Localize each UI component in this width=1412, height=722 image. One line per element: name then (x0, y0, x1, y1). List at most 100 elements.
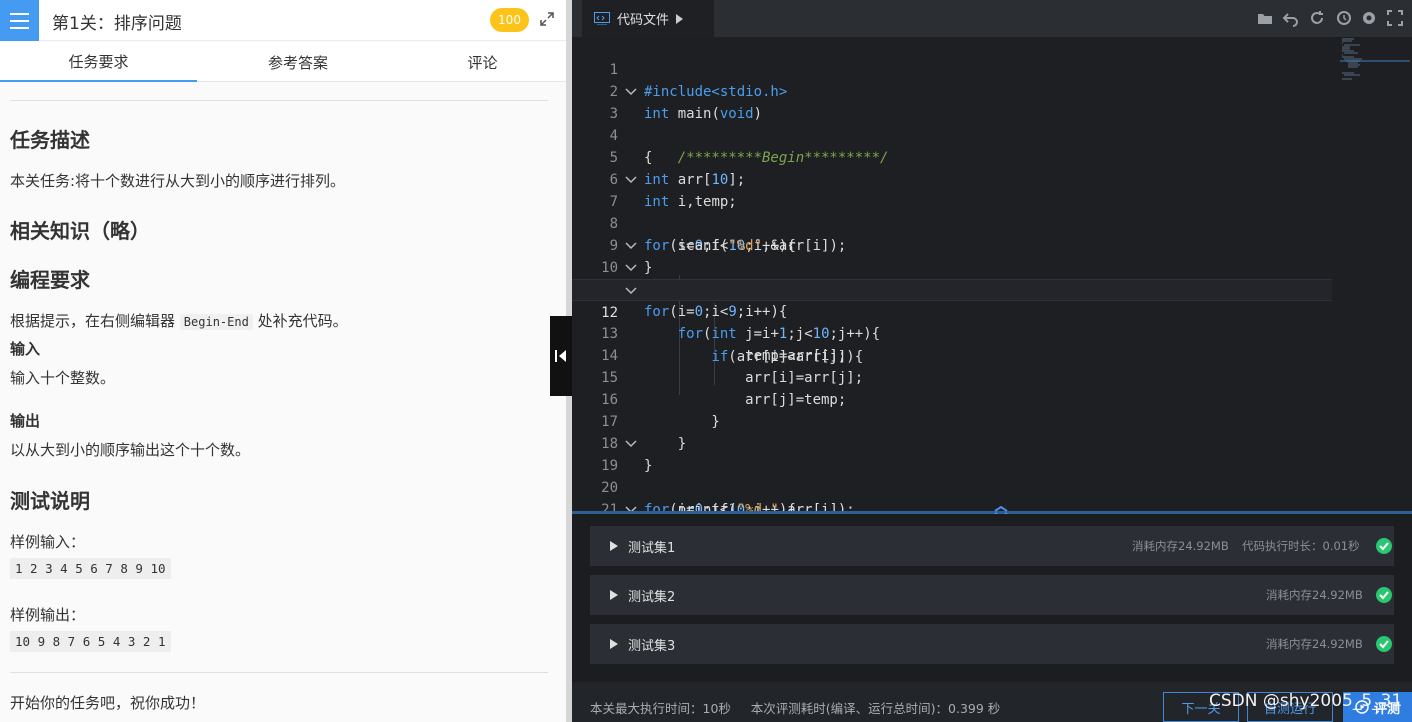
check-circle-icon (1376, 587, 1392, 603)
test-memory: 消耗内存24.92MB (1132, 539, 1229, 553)
file-tab[interactable]: 代码文件 (582, 0, 714, 37)
eval-time: 本次评测耗时(编译、运行总时间)：0.399 秒 (750, 701, 1001, 716)
code-line: 3 { (572, 81, 1332, 166)
menu-icon-bar (10, 12, 29, 15)
collapse-left-icon (555, 350, 566, 362)
fullscreen-icon[interactable] (1386, 9, 1404, 27)
test-time: 代码执行时长：0.01秒 (1242, 539, 1360, 553)
code-line: 4 /*********Begin*********/ (572, 103, 1332, 166)
check-circle-icon (1376, 636, 1392, 652)
folder-icon[interactable] (1256, 9, 1274, 27)
task-content: 任务描述 本关任务:将十个数进行从大到小的顺序进行排列。 相关知识（略） 编程要… (10, 84, 550, 722)
code-line: 21 } (572, 477, 1332, 511)
task-tabs: 任务要求 参考答案 评论 (0, 42, 566, 82)
test-heading: 测试说明 (10, 489, 90, 513)
knowledge-heading: 相关知识（略） (10, 219, 150, 243)
toolbar-icons (1256, 9, 1404, 27)
max-exec-time: 本关最大执行时间：10秒 (590, 701, 731, 716)
code-line: 7 for(i=0;i<10;i++){ (572, 169, 1332, 254)
check-circle-icon (1376, 538, 1392, 554)
menu-button[interactable] (0, 0, 39, 41)
sample-output: 10 9 8 7 6 5 4 3 2 1 (10, 631, 171, 652)
code-line: 22 printf("\n"); (572, 499, 1332, 511)
code-line: 20 printf("%d ",arr[i]); (572, 455, 1332, 511)
code-line: 17 } (572, 389, 1332, 452)
code-line: 8 scanf("%d",&arr[i]); (572, 191, 1332, 254)
requirements-heading: 编程要求 (10, 268, 90, 292)
expand-arrow-icon (610, 590, 618, 600)
watermark: CSDN @shy2005_5_31 (1209, 691, 1403, 711)
refresh-icon[interactable] (1308, 9, 1326, 27)
divider (10, 100, 548, 101)
fold-chevron-icon[interactable] (625, 286, 637, 296)
code-line: 6 int i,temp; (572, 147, 1332, 210)
gear-icon[interactable] (1360, 9, 1378, 27)
tab-reference-answer[interactable]: 参考答案 (197, 42, 399, 82)
task-panel: 第1关：排序问题 100 任务要求 参考答案 评论 任务描述 本关任务:将十个数… (0, 0, 566, 722)
task-desc-heading: 任务描述 (10, 128, 90, 152)
test-case-name: 测试集2 (628, 590, 676, 605)
sample-input: 1 2 3 4 5 6 7 8 9 10 (10, 558, 171, 579)
task-desc-text: 本关任务:将十个数进行从大到小的顺序进行排列。 (10, 172, 346, 190)
input-label: 输入 (10, 340, 41, 358)
test-memory: 消耗内存24.92MB (1266, 637, 1363, 651)
divider (10, 672, 548, 673)
code-line: 14 arr[i]=arr[j]; (572, 323, 1332, 386)
editor-toolbar: 代码文件 (572, 0, 1412, 37)
history-icon[interactable] (1334, 9, 1352, 27)
tab-comments[interactable]: 评论 (399, 42, 566, 82)
test-case-name: 测试集1 (628, 541, 676, 556)
status-text: 本关最大执行时间：10秒 本次评测耗时(编译、运行总时间)：0.399 秒 (590, 698, 1000, 717)
expand-arrow-icon (610, 639, 618, 649)
code-line: 18 } (572, 411, 1332, 474)
menu-icon-bar (10, 26, 29, 29)
test-case-row[interactable]: 测试集2 消耗内存24.92MB (590, 575, 1394, 615)
requirements-text-after: 处补充代码。 (257, 312, 348, 330)
test-case-row[interactable]: 测试集1 消耗内存24.92MB 代码执行时长：0.01秒 (590, 526, 1394, 566)
current-code-line: 12 if(arr[i]<arr[j]){ (572, 279, 1332, 365)
code-line: 13 temp=arr[i]; (572, 301, 1332, 364)
fold-chevron-icon[interactable] (625, 439, 637, 449)
level-title: 第1关：排序问题 (52, 14, 182, 34)
code-line: 15 arr[j]=temp; (572, 345, 1332, 408)
test-results: 测试集1 消耗内存24.92MB 代码执行时长：0.01秒 测试集2 消耗内存2… (572, 514, 1412, 682)
test-case-row[interactable]: 测试集3 消耗内存24.92MB (590, 624, 1394, 664)
requirements-text-before: 根据提示，在右侧编辑器 (10, 312, 176, 330)
requirements-text: 根据提示，在右侧编辑器 Begin-End 处补充代码。 (10, 310, 348, 331)
code-line: 19 for(i=0;i<10;i++){ (572, 433, 1332, 511)
fold-chevron-icon[interactable] (625, 87, 637, 97)
fold-chevron-icon[interactable] (625, 241, 637, 251)
file-tab-label: 代码文件 (617, 13, 670, 28)
test-case-name: 测试集3 (628, 639, 676, 654)
output-label: 输出 (10, 412, 41, 430)
code-editor[interactable]: 1 #include<stdio.h> 2 int main(void) 3 {… (572, 37, 1412, 511)
code-line: 11 for(int j=i+1;j<10;j++){ (572, 257, 1332, 342)
test-memory: 消耗内存24.92MB (1266, 588, 1363, 602)
code-line: 1 #include<stdio.h> (572, 37, 1332, 100)
editor-panel: 代码文件 1 #include<stdio.h> 2 int main(void… (572, 0, 1412, 722)
expand-arrow-icon (610, 541, 618, 551)
expand-icon[interactable] (539, 11, 555, 27)
code-file-icon (594, 12, 610, 25)
code-line: 5 int arr[10]; (572, 125, 1332, 188)
tab-task-requirements[interactable]: 任务要求 (0, 42, 197, 82)
sample-output-label: 样例输出： (10, 606, 86, 624)
code-line: 16 } (572, 367, 1332, 430)
code-line: 9 } (572, 213, 1332, 276)
input-text: 输入十个整数。 (10, 369, 116, 387)
sample-input-label: 样例输入： (10, 533, 86, 551)
collapse-panel-button[interactable] (550, 316, 572, 396)
code-minimap[interactable] (1340, 37, 1410, 97)
caret-right-icon (676, 13, 684, 24)
undo-icon[interactable] (1282, 9, 1300, 27)
output-text: 以从大到小的顺序输出这个十个数。 (10, 441, 251, 459)
score-badge: 100 (490, 8, 529, 32)
menu-icon-bar (10, 19, 29, 22)
code-line: 10 for(i=0;i<9;i++){ (572, 235, 1332, 320)
closing-text: 开始你的任务吧，祝你成功！ (10, 694, 206, 712)
code-line: 2 int main(void) (572, 59, 1332, 122)
begin-end-code: Begin-End (179, 314, 253, 330)
task-header: 第1关：排序问题 100 (0, 0, 566, 41)
fold-chevron-icon[interactable] (625, 263, 637, 273)
fold-chevron-icon[interactable] (625, 175, 637, 185)
